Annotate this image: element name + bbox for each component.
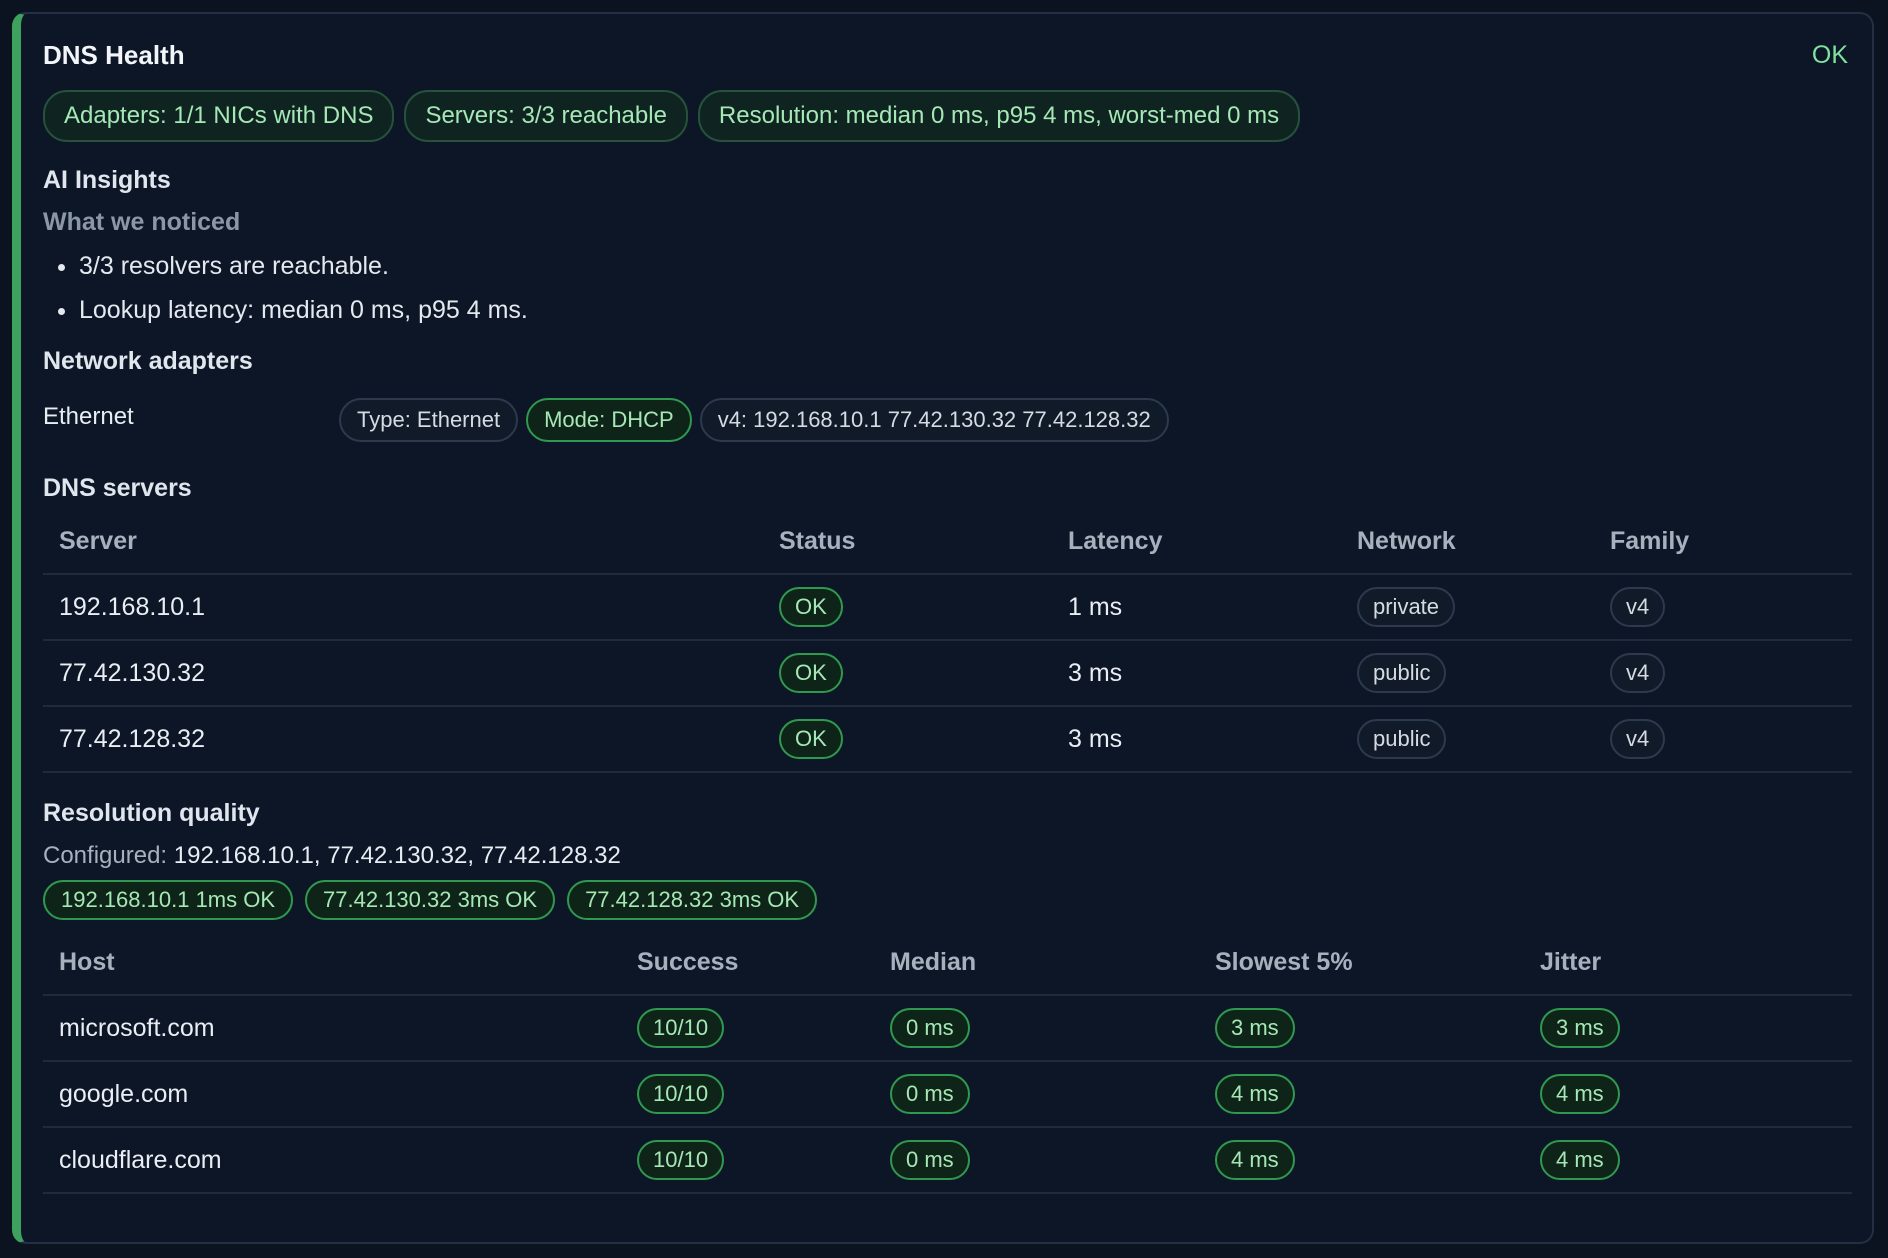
family-badge: v4 (1610, 719, 1666, 759)
resolution-summary-chip: Resolution: median 0 ms, p95 4 ms, worst… (697, 90, 1301, 142)
latency-value: 3 ms (1052, 706, 1341, 773)
table-row: 77.42.128.32 OK 3 ms public v4 (43, 706, 1852, 773)
dns-servers-table: Server Status Latency Network Family 192… (43, 509, 1852, 773)
median-badge: 0 ms (890, 1074, 970, 1114)
jitter-badge: 4 ms (1540, 1074, 1620, 1114)
column-header-status: Status (763, 509, 1052, 575)
table-row: 192.168.10.1 OK 1 ms private v4 (43, 574, 1852, 641)
jitter-badge: 3 ms (1540, 1008, 1620, 1048)
status-badge: OK (779, 653, 843, 693)
insights-subheading: What we noticed (43, 208, 241, 236)
column-header-network: Network (1341, 509, 1594, 575)
summary-chips: Adapters: 1/1 NICs with DNS Servers: 3/3… (43, 90, 1848, 142)
success-badge: 10/10 (637, 1140, 725, 1180)
status-badge: OK (779, 719, 843, 759)
table-row: cloudflare.com 10/10 0 ms 4 ms 4 ms (43, 1127, 1852, 1194)
network-badge: public (1357, 653, 1447, 693)
jitter-badge: 4 ms (1540, 1140, 1620, 1180)
adapter-mode-pill: Mode: DHCP (526, 398, 692, 442)
network-badge: private (1357, 587, 1456, 627)
adapter-row: Ethernet Type: Ethernet Mode: DHCP v4: 1… (43, 398, 1848, 442)
adapter-addresses-pill: v4: 192.168.10.1 77.42.130.32 77.42.128.… (699, 398, 1169, 442)
slowest-badge: 4 ms (1215, 1140, 1295, 1180)
adapter-type-pill: Type: Ethernet (339, 398, 519, 442)
median-badge: 0 ms (890, 1140, 970, 1180)
table-row: 77.42.130.32 OK 3 ms public v4 (43, 640, 1852, 707)
column-header-slowest: Slowest 5% (1199, 930, 1524, 996)
host-name: microsoft.com (43, 995, 621, 1062)
configured-label: Configured: (43, 842, 168, 869)
configured-servers-line: Configured: 192.168.10.1, 77.42.130.32, … (43, 842, 1848, 870)
column-header-host: Host (43, 930, 621, 996)
family-badge: v4 (1610, 653, 1666, 693)
card-title: DNS Health (43, 39, 185, 70)
column-header-median: Median (874, 930, 1199, 996)
resolver-result-chips: 192.168.10.1 1ms OK 77.42.130.32 3ms OK … (43, 880, 1848, 920)
column-header-latency: Latency (1052, 509, 1341, 575)
dns-servers-heading: DNS servers (43, 474, 192, 502)
column-header-success: Success (621, 930, 874, 996)
resolver-result-chip: 77.42.130.32 3ms OK (305, 880, 556, 920)
overall-status-label: OK (1811, 40, 1848, 69)
insight-item: 3/3 resolvers are reachable. (79, 249, 1848, 293)
resolver-result-chip: 77.42.128.32 3ms OK (567, 880, 818, 920)
table-row: google.com 10/10 0 ms 4 ms 4 ms (43, 1061, 1852, 1128)
insight-item: Lookup latency: median 0 ms, p95 4 ms. (79, 293, 1848, 337)
configured-value: 192.168.10.1, 77.42.130.32, 77.42.128.32 (173, 842, 621, 869)
table-header-row: Host Success Median Slowest 5% Jitter (43, 930, 1852, 996)
median-badge: 0 ms (890, 1008, 970, 1048)
family-badge: v4 (1610, 587, 1666, 627)
card-header: DNS Health OK (43, 40, 1848, 70)
adapters-summary-chip: Adapters: 1/1 NICs with DNS (43, 90, 395, 142)
success-badge: 10/10 (637, 1008, 725, 1048)
slowest-badge: 3 ms (1215, 1008, 1295, 1048)
table-row: microsoft.com 10/10 0 ms 3 ms 3 ms (43, 995, 1852, 1062)
host-name: cloudflare.com (43, 1127, 621, 1194)
resolver-result-chip: 192.168.10.1 1ms OK (43, 880, 294, 920)
network-badge: public (1357, 719, 1447, 759)
server-address: 77.42.130.32 (43, 640, 763, 707)
servers-summary-chip: Servers: 3/3 reachable (404, 90, 688, 142)
column-header-server: Server (43, 509, 763, 575)
dns-health-card: DNS Health OK Adapters: 1/1 NICs with DN… (12, 12, 1874, 1244)
success-badge: 10/10 (637, 1074, 725, 1114)
adapter-name: Ethernet (43, 403, 134, 430)
slowest-badge: 4 ms (1215, 1074, 1295, 1114)
table-header-row: Server Status Latency Network Family (43, 509, 1852, 575)
host-name: google.com (43, 1061, 621, 1128)
column-header-jitter: Jitter (1524, 930, 1852, 996)
resolution-table: Host Success Median Slowest 5% Jitter mi… (43, 930, 1852, 1194)
network-adapters-heading: Network adapters (43, 347, 253, 375)
server-address: 192.168.10.1 (43, 574, 763, 641)
latency-value: 3 ms (1052, 640, 1341, 707)
resolution-quality-heading: Resolution quality (43, 799, 260, 827)
insights-list: 3/3 resolvers are reachable. Lookup late… (43, 249, 1848, 337)
status-badge: OK (779, 587, 843, 627)
latency-value: 1 ms (1052, 574, 1341, 641)
server-address: 77.42.128.32 (43, 706, 763, 773)
ai-insights-heading: AI Insights (43, 166, 171, 194)
column-header-family: Family (1594, 509, 1852, 575)
